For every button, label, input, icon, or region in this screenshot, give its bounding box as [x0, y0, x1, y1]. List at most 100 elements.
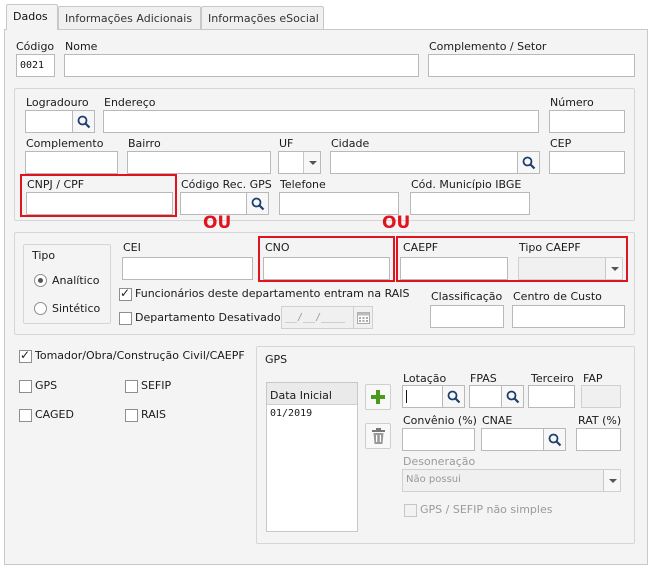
- tipo-analitico-label: Analítico: [52, 274, 100, 287]
- cei-input[interactable]: [122, 257, 253, 280]
- gps-sefip-label: GPS / SEFIP não simples: [420, 503, 553, 516]
- uf-label: UF: [279, 137, 294, 150]
- lotacao-search-button[interactable]: [442, 385, 465, 408]
- data-inicial-header: Data Inicial: [267, 383, 357, 405]
- gps-checkbox[interactable]: [19, 380, 32, 393]
- cnpj-highlight: [20, 174, 177, 217]
- codigo-rec-gps-label: Código Rec. GPS: [181, 178, 272, 191]
- tipo-analitico-radio[interactable]: [34, 274, 47, 287]
- complemento-label: Complemento: [26, 137, 104, 150]
- delete-button[interactable]: [365, 423, 391, 449]
- fpas-search-button[interactable]: [501, 385, 524, 408]
- tipo-sintetico-radio[interactable]: [34, 302, 47, 315]
- trash-icon: [372, 428, 385, 444]
- tomador-label: Tomador/Obra/Construção Civil/CAEPF: [35, 349, 245, 362]
- cidade-input[interactable]: [330, 151, 518, 174]
- ou-annotation-2: OU: [382, 213, 411, 233]
- cod-municipio-ibge-label: Cód. Município IBGE: [411, 178, 522, 191]
- rais-label: RAIS: [141, 408, 166, 421]
- caged-checkbox[interactable]: [19, 409, 32, 422]
- caepf-highlight: [396, 236, 628, 282]
- add-button[interactable]: [365, 384, 391, 410]
- plus-icon: [371, 390, 385, 404]
- centro-custo-input[interactable]: [512, 305, 625, 328]
- gps-group-title: GPS: [265, 353, 288, 366]
- chevron-down-icon[interactable]: [303, 152, 320, 173]
- departamento-desativado-label: Departamento Desativado: [135, 311, 281, 324]
- lotacao-input[interactable]: [402, 385, 443, 408]
- cep-label: CEP: [550, 137, 572, 150]
- tipo-sintetico-label: Sintético: [52, 302, 101, 315]
- desoneracao-value: Não possui: [406, 474, 461, 485]
- endereco-label: Endereço: [104, 96, 156, 109]
- terceiro-label: Terceiro: [531, 372, 574, 385]
- uf-select[interactable]: [278, 151, 321, 174]
- logradouro-input[interactable]: [25, 110, 73, 133]
- complemento-setor-label: Complemento / Setor: [429, 40, 547, 53]
- departamento-desativado-checkbox[interactable]: [119, 312, 132, 325]
- bairro-input[interactable]: [127, 151, 271, 174]
- cnae-search-button[interactable]: [543, 428, 566, 451]
- numero-label: Número: [550, 96, 594, 109]
- lotacao-label: Lotação: [403, 372, 447, 385]
- codigo-rec-gps-search-button[interactable]: [246, 192, 269, 215]
- telefone-input[interactable]: [279, 192, 399, 215]
- convenio-input[interactable]: [402, 428, 475, 451]
- logradouro-label: Logradouro: [26, 96, 89, 109]
- search-icon: [506, 390, 520, 404]
- data-desativado-input[interactable]: __/__/____: [281, 306, 354, 329]
- nome-label: Nome: [65, 40, 98, 53]
- list-item[interactable]: 01/2019: [270, 408, 312, 419]
- chevron-down-icon[interactable]: [603, 470, 620, 491]
- desoneracao-label: Desoneração: [403, 455, 476, 468]
- logradouro-search-button[interactable]: [72, 110, 95, 133]
- cnae-input[interactable]: [481, 428, 544, 451]
- complemento-setor-input[interactable]: [428, 54, 635, 77]
- bairro-label: Bairro: [128, 137, 161, 150]
- desoneracao-select[interactable]: Não possui: [402, 469, 621, 492]
- numero-input[interactable]: [549, 110, 625, 133]
- complemento-input[interactable]: [25, 151, 118, 174]
- cei-label: CEI: [123, 241, 141, 254]
- gps-label: GPS: [35, 379, 58, 392]
- rat-input[interactable]: [576, 428, 621, 451]
- sefip-label: SEFIP: [141, 379, 172, 392]
- sefip-checkbox[interactable]: [125, 380, 138, 393]
- search-icon: [548, 433, 562, 447]
- funcionarios-rais-checkbox[interactable]: [119, 286, 132, 301]
- nome-input[interactable]: [64, 54, 419, 77]
- telefone-label: Telefone: [280, 178, 326, 191]
- gps-sefip-checkbox[interactable]: [404, 504, 417, 517]
- convenio-label: Convênio (%): [403, 414, 477, 427]
- fap-input[interactable]: [581, 385, 621, 408]
- codigo-input[interactable]: 0021: [16, 54, 55, 77]
- endereco-input[interactable]: [103, 110, 539, 133]
- classificacao-input[interactable]: [430, 305, 504, 328]
- search-icon: [447, 390, 461, 404]
- caged-label: CAGED: [35, 408, 74, 421]
- tab-informacoes-esocial[interactable]: Informações eSocial: [201, 6, 324, 29]
- tipo-label: Tipo: [32, 249, 56, 262]
- cod-municipio-ibge-input[interactable]: [410, 192, 530, 215]
- fpas-input[interactable]: [469, 385, 502, 408]
- centro-custo-label: Centro de Custo: [513, 290, 602, 303]
- funcionarios-rais-label: Funcionários deste departamento entram n…: [135, 287, 410, 300]
- codigo-rec-gps-input[interactable]: [180, 192, 247, 215]
- ou-annotation-1: OU: [203, 213, 232, 233]
- rat-label: RAT (%): [578, 414, 622, 427]
- terceiro-input[interactable]: [528, 385, 575, 408]
- rais-checkbox[interactable]: [125, 409, 138, 422]
- tomador-checkbox[interactable]: [19, 348, 32, 363]
- classificacao-label: Classificação: [431, 290, 503, 303]
- calendar-button[interactable]: [353, 306, 373, 329]
- cep-input[interactable]: [549, 151, 625, 174]
- text-cursor: [406, 390, 407, 403]
- cidade-search-button[interactable]: [517, 151, 540, 174]
- search-icon: [522, 156, 536, 170]
- tab-dados[interactable]: Dados: [6, 4, 58, 30]
- tab-informacoes-adicionais[interactable]: Informações Adicionais: [58, 6, 201, 29]
- codigo-label: Código: [16, 40, 55, 53]
- search-icon: [77, 115, 91, 129]
- cnae-label: CNAE: [482, 414, 513, 427]
- fpas-label: FPAS: [470, 372, 497, 385]
